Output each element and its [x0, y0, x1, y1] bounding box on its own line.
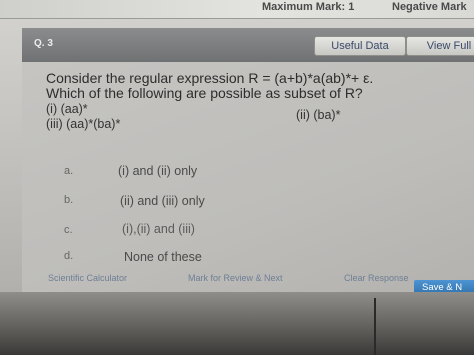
view-full-button[interactable]: View Full: [406, 36, 474, 56]
useful-data-button[interactable]: Useful Data: [314, 36, 406, 56]
negative-mark-label: Negative Mark: [392, 1, 467, 13]
statement-i: (i) (aa)*: [46, 102, 88, 116]
answer-letter: a.: [64, 165, 74, 177]
maximum-mark-label: Maximum Mark: 1: [262, 1, 355, 13]
answer-text: (ii) and (iii) only: [120, 194, 205, 208]
answer-letter: d.: [64, 250, 74, 262]
question-number: Q. 3: [34, 38, 53, 49]
mark-for-review-button[interactable]: Mark for Review & Next: [188, 273, 283, 283]
statement-iii: (iii) (aa)*(ba)*: [46, 117, 121, 131]
question-text-line-2: Which of the following are possible as s…: [46, 85, 363, 101]
scientific-calculator-link[interactable]: Scientific Calculator: [48, 273, 127, 283]
clear-response-button[interactable]: Clear Response: [344, 273, 409, 283]
top-header: Maximum Mark: 1 Negative Mark: [0, 0, 474, 19]
answer-text: (i) and (ii) only: [118, 164, 198, 178]
question-header-bar: Q. 3 Useful Data View Full: [22, 28, 474, 62]
question-text-line-1: Consider the regular expression R = (a+b…: [46, 70, 374, 86]
monitor-bezel: [0, 292, 474, 355]
answer-text: (i),(ii) and (iii): [122, 222, 195, 236]
answer-letter: c.: [64, 224, 73, 236]
bezel-edge: [374, 298, 376, 355]
answer-letter: b.: [64, 194, 74, 206]
question-panel: Consider the regular expression R = (a+b…: [22, 62, 474, 292]
answer-text: None of these: [124, 250, 202, 264]
action-toolbar: Scientific Calculator Mark for Review & …: [22, 270, 474, 290]
statement-ii: (ii) (ba)*: [296, 108, 341, 122]
